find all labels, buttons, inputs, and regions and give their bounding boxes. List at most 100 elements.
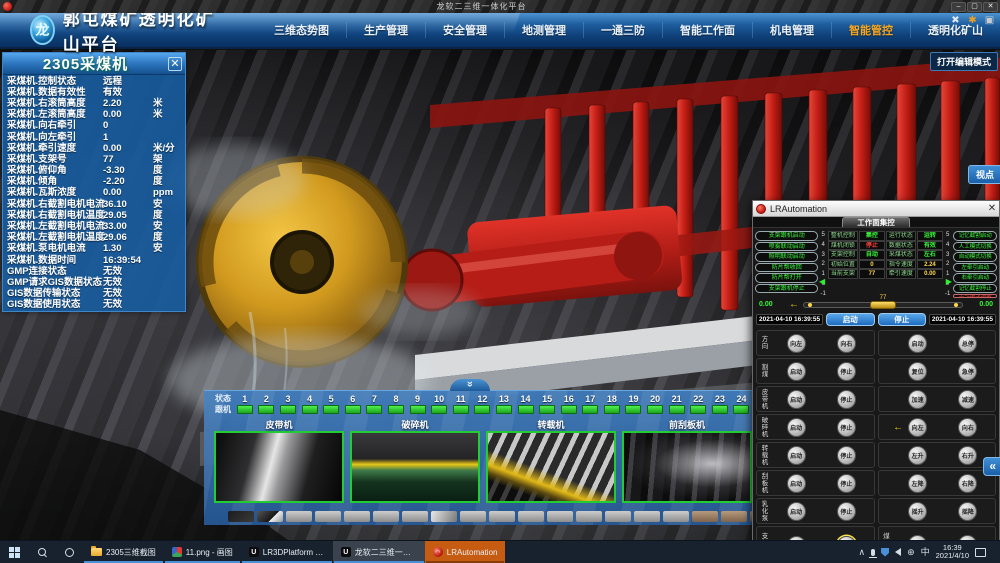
tray-expand-icon[interactable]: ∧ xyxy=(858,547,865,557)
film-cell[interactable] xyxy=(402,511,428,522)
camera-video[interactable] xyxy=(622,431,752,503)
slider-track[interactable]: 77 xyxy=(803,302,963,308)
slider-knob[interactable] xyxy=(870,301,896,309)
minimize-button[interactable]: – xyxy=(951,2,966,12)
close-button[interactable]: ✕ xyxy=(983,2,998,12)
mode-button[interactable]: 照明联动启动 xyxy=(755,252,818,262)
control-button[interactable]: 右升 xyxy=(958,446,977,465)
network-icon[interactable]: ⊕ xyxy=(907,547,915,557)
settings-gear-icon[interactable]: ✱ xyxy=(966,14,979,27)
control-button[interactable]: 向右 xyxy=(837,334,856,353)
control-button[interactable]: 右降 xyxy=(958,474,977,493)
film-cell[interactable] xyxy=(576,511,602,522)
monitor-icon[interactable]: ▣ xyxy=(983,14,996,27)
control-button[interactable]: 总停 xyxy=(958,334,977,353)
nav-menu-item[interactable]: 安全管理 xyxy=(426,22,505,38)
control-button[interactable]: 向左 xyxy=(908,418,927,437)
panel-header[interactable]: 2305采煤机 ✕ xyxy=(3,53,185,75)
panel-close-icon[interactable]: ✕ xyxy=(168,57,182,71)
control-button[interactable]: 启动 xyxy=(787,362,806,381)
control-button[interactable]: 左升 xyxy=(908,446,927,465)
stop-button[interactable]: 停止 xyxy=(878,313,926,326)
taskbar-task-paint[interactable]: 11.png - 画图 xyxy=(164,541,241,563)
nav-menu-item[interactable]: 智能工作面 xyxy=(663,22,753,38)
nav-menu-item[interactable]: 机电管理 xyxy=(753,22,832,38)
shield-icon[interactable] xyxy=(881,548,889,557)
film-cell[interactable] xyxy=(344,511,370,522)
control-button[interactable]: 启动 xyxy=(787,446,806,465)
nav-menu-item[interactable]: 一通三防 xyxy=(584,22,663,38)
film-cell[interactable] xyxy=(431,511,457,522)
control-button[interactable]: 向右 xyxy=(958,418,977,437)
camera-video[interactable] xyxy=(214,431,344,503)
film-cell[interactable] xyxy=(721,511,747,522)
taskbar-search[interactable] xyxy=(29,541,56,563)
microphone-icon[interactable] xyxy=(871,549,875,556)
film-cell[interactable] xyxy=(286,511,312,522)
control-button[interactable]: 启动 xyxy=(787,390,806,409)
control-button[interactable]: 停止 xyxy=(837,362,856,381)
camera-feed[interactable]: 破碎机 xyxy=(350,418,480,503)
film-cell[interactable] xyxy=(228,511,254,522)
mode-button[interactable]: 右牵引启动 xyxy=(953,273,997,283)
taskbar-task-lrautomation[interactable]: ◠ LRAutomation xyxy=(425,541,506,563)
control-button[interactable]: 启动 xyxy=(787,418,806,437)
alarm-button[interactable]: 自动模式报警 xyxy=(953,294,997,298)
ime-indicator[interactable]: 中 xyxy=(921,547,930,557)
tools-icon[interactable]: ✖ xyxy=(949,14,962,27)
mode-button[interactable]: 支架跟机停止 xyxy=(755,284,818,294)
control-button[interactable]: 加速 xyxy=(908,390,927,409)
control-button[interactable]: 减速 xyxy=(958,390,977,409)
mode-button[interactable]: 防片帮打开 xyxy=(755,273,818,283)
camera-feed[interactable]: 皮带机 xyxy=(214,418,344,503)
control-button[interactable]: 停止 xyxy=(837,418,856,437)
control-button[interactable]: 启动 xyxy=(787,502,806,521)
film-cell[interactable] xyxy=(460,511,486,522)
task-view-button[interactable] xyxy=(56,541,83,563)
window-titlebar[interactable]: 龙软二三维一体化平台 – ▢ ✕ xyxy=(0,0,1000,13)
film-cell[interactable] xyxy=(518,511,544,522)
mode-button[interactable]: 自动模式切换 xyxy=(953,252,997,262)
notification-center-icon[interactable] xyxy=(975,548,986,557)
film-cell[interactable] xyxy=(663,511,689,522)
nav-menu-item[interactable]: 生产管理 xyxy=(347,22,426,38)
camera-video[interactable] xyxy=(486,431,616,503)
clock[interactable]: 16:39 2021/4/10 xyxy=(936,544,969,561)
viewpoint-tab[interactable]: 视点 xyxy=(968,165,1000,184)
control-button[interactable]: 停止 xyxy=(837,446,856,465)
control-button[interactable]: 向左 xyxy=(787,334,806,353)
film-cell[interactable] xyxy=(315,511,341,522)
film-cell[interactable] xyxy=(373,511,399,522)
control-button[interactable]: 复位 xyxy=(908,362,927,381)
mode-button[interactable]: 支架跟机启动 xyxy=(755,231,818,241)
taskbar-task-platform[interactable]: U 龙软二三维一体化... xyxy=(333,541,425,563)
lr-close-icon[interactable]: ✕ xyxy=(985,203,999,214)
film-cell[interactable] xyxy=(692,511,718,522)
nav-menu-item[interactable]: 智能管控 xyxy=(832,22,911,38)
film-cell[interactable] xyxy=(605,511,631,522)
maximize-button[interactable]: ▢ xyxy=(967,2,982,12)
control-button[interactable]: 启动 xyxy=(787,474,806,493)
camera-feed[interactable]: 转载机 xyxy=(486,418,616,503)
control-button[interactable]: 左降 xyxy=(908,474,927,493)
mode-button[interactable]: 左牵引启动 xyxy=(953,263,997,273)
film-cell[interactable] xyxy=(257,511,283,522)
mode-button[interactable]: 人工模式切换 xyxy=(953,242,997,252)
control-button[interactable]: 停止 xyxy=(837,390,856,409)
speaker-icon[interactable] xyxy=(895,548,901,556)
control-button[interactable]: 摇降 xyxy=(958,502,977,521)
film-cell[interactable] xyxy=(634,511,660,522)
control-button[interactable]: 停止 xyxy=(837,502,856,521)
control-button[interactable]: 停止 xyxy=(837,474,856,493)
start-button[interactable] xyxy=(0,541,29,563)
film-cell[interactable] xyxy=(489,511,515,522)
collapse-chevron-icon[interactable]: « xyxy=(983,457,1000,476)
lr-titlebar[interactable]: LRAutomation ✕ xyxy=(753,201,999,217)
taskbar-task-lr3dplatform[interactable]: U LR3DPlatform - U... xyxy=(241,541,333,563)
nav-menu-item[interactable]: 三维态势图 xyxy=(257,22,347,38)
control-button[interactable]: 急停 xyxy=(958,362,977,381)
film-cell[interactable] xyxy=(547,511,573,522)
taskbar-task-folder[interactable]: 2305三维截图 xyxy=(83,541,164,563)
mode-button[interactable]: 记忆截割停止 xyxy=(953,284,997,294)
control-button[interactable]: 启动 xyxy=(908,334,927,353)
